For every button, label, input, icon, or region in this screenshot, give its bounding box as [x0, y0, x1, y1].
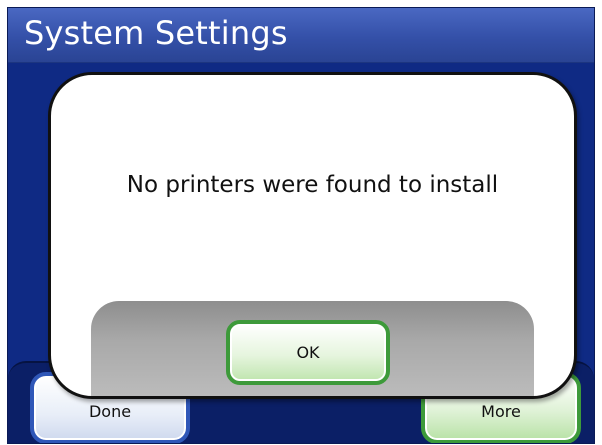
system-settings-screen: System Settings Done More No printers we… — [7, 7, 595, 444]
ok-button[interactable]: OK — [226, 320, 390, 385]
page-title: System Settings — [24, 14, 288, 52]
dialog-message: No printers were found to install — [126, 172, 499, 198]
alert-dialog: No printers were found to install OK — [48, 72, 577, 399]
title-bar: System Settings — [8, 8, 594, 63]
